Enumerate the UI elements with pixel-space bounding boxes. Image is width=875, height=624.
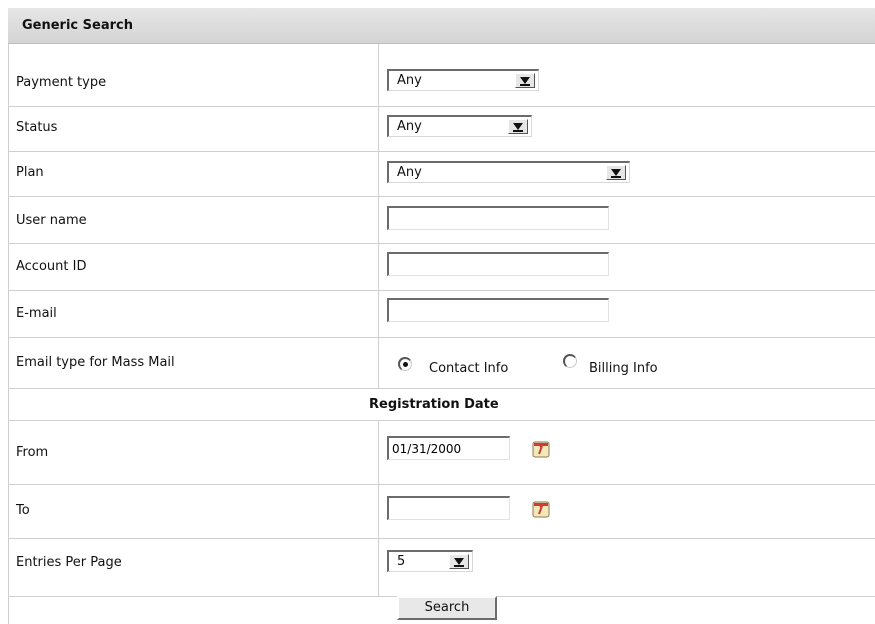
registration-date-heading: Registration Date — [369, 397, 499, 412]
chevron-down-icon — [515, 73, 535, 88]
row-divider — [8, 388, 875, 389]
contact-info-radio[interactable] — [398, 357, 412, 371]
row-divider — [8, 290, 875, 291]
status-select[interactable]: Any — [387, 115, 532, 137]
plan-value: Any — [397, 165, 422, 180]
status-value: Any — [397, 119, 422, 134]
chevron-down-icon — [508, 119, 528, 134]
to-label: To — [16, 503, 30, 518]
row-divider — [8, 243, 875, 244]
account-id-label: Account ID — [16, 259, 87, 274]
chevron-down-icon — [449, 554, 469, 569]
table-border-left — [8, 44, 9, 624]
billing-info-radio[interactable] — [563, 354, 577, 368]
panel-title: Generic Search — [22, 18, 133, 33]
status-label: Status — [16, 120, 58, 135]
email-input[interactable] — [387, 298, 609, 322]
search-button[interactable]: Search — [397, 596, 497, 620]
entries-per-page-value: 5 — [397, 554, 406, 569]
entries-per-page-select[interactable]: 5 — [387, 550, 473, 572]
billing-info-label: Billing Info — [589, 361, 658, 376]
email-type-label: Email type for Mass Mail — [16, 355, 175, 370]
account-id-input[interactable] — [387, 252, 609, 276]
row-divider — [8, 151, 875, 152]
calendar-icon[interactable] — [531, 499, 551, 519]
row-divider — [8, 484, 875, 485]
email-label: E-mail — [16, 306, 57, 321]
panel-header: Generic Search — [8, 8, 875, 44]
row-divider — [8, 420, 875, 421]
contact-info-label: Contact Info — [429, 361, 509, 376]
plan-select[interactable]: Any — [387, 161, 630, 183]
from-label: From — [16, 445, 49, 460]
row-divider — [8, 196, 875, 197]
payment-type-value: Any — [397, 73, 422, 88]
chevron-down-icon — [606, 165, 626, 180]
row-divider — [8, 337, 875, 338]
payment-type-select[interactable]: Any — [387, 69, 539, 91]
user-name-label: User name — [16, 213, 87, 228]
user-name-input[interactable] — [387, 206, 609, 230]
to-date-input[interactable] — [387, 496, 510, 520]
payment-type-label: Payment type — [16, 75, 107, 90]
calendar-icon[interactable] — [531, 439, 551, 459]
plan-label: Plan — [16, 165, 44, 180]
from-date-input[interactable] — [387, 436, 510, 460]
entries-per-page-label: Entries Per Page — [16, 555, 122, 570]
row-divider — [8, 538, 875, 539]
row-divider — [8, 106, 875, 107]
column-divider-lower — [378, 420, 379, 596]
